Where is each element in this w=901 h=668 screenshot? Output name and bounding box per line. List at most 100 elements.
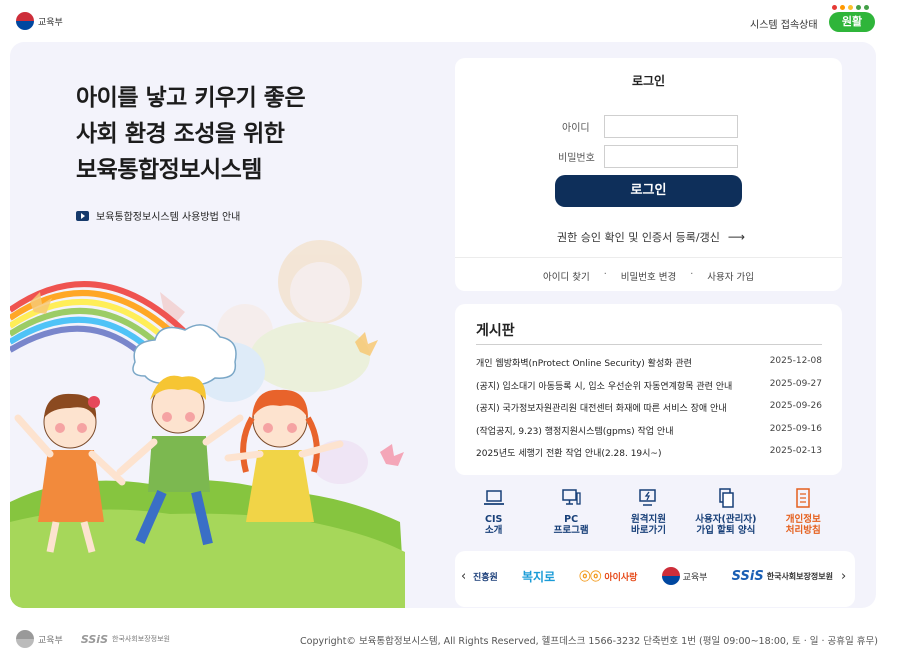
login-button[interactable]: 로그인 — [555, 175, 742, 207]
banner-next-button[interactable]: › — [841, 569, 846, 584]
find-id-link[interactable]: 아이디 찾기 — [543, 269, 590, 283]
partner-logo[interactable]: SSiS 한국사회보장정보원 — [732, 569, 833, 584]
status-dot-icon — [840, 5, 845, 10]
ssis-mark: SSiS — [80, 632, 108, 646]
post-list: 개인 웹방화벽(nProtect Online Security) 활성화 관련… — [476, 356, 822, 469]
video-play-icon — [76, 210, 89, 221]
ring-logo-icon: ⓞⓞ — [579, 570, 602, 583]
system-status-label: 시스템 접속상태 — [750, 20, 818, 31]
copyright: Copyright© 보육통합정보시스템, All Rights Reserve… — [300, 636, 878, 647]
status-dot-icon — [856, 5, 861, 10]
quick-privacy-policy[interactable]: 개인정보 처리방침 — [765, 484, 841, 542]
post-date: 2025-09-16 — [769, 423, 822, 434]
quick-cis-intro[interactable]: CIS 소개 — [456, 484, 532, 542]
quick-label: 처리방침 — [785, 525, 821, 536]
quick-label: 소개 — [484, 525, 503, 536]
quick-label: 프로그램 — [553, 525, 589, 536]
document-copy-icon — [719, 488, 734, 508]
quick-label: PC — [564, 514, 579, 525]
partner-logo-text: 진흥원 — [473, 572, 498, 583]
quick-pc-program[interactable]: PC 프로그램 — [533, 484, 609, 542]
id-input[interactable] — [604, 115, 738, 138]
partner-logo-text: 복지로 — [522, 569, 556, 584]
post-title[interactable]: 2025년도 세행기 전환 작업 안내(2.28. 19시~) — [476, 446, 662, 469]
divider — [455, 257, 842, 258]
post-date: 2025-02-13 — [769, 446, 822, 456]
laptop-icon — [483, 490, 504, 505]
taegeuk-icon — [661, 567, 680, 585]
quick-label: CIS — [485, 514, 503, 525]
partner-logo-text: 교육부 — [682, 572, 708, 583]
post-row[interactable]: (작업공지, 9.23) 행정지원시스템(gpms) 작업 안내 2025-09… — [476, 424, 822, 447]
quick-label: 개인정보 — [785, 514, 821, 525]
footer-ministry-logo: 교육부 — [16, 630, 63, 648]
password-input[interactable] — [604, 145, 738, 168]
post-row[interactable]: (공지) 국가정보자원관리원 대전센터 화재에 따른 서비스 장애 안내 202… — [476, 401, 822, 424]
privacy-doc-icon — [796, 488, 810, 508]
footer-logos: 교육부 SSiS 한국사회보장정보원 — [16, 630, 170, 648]
hero-headline: 아이를 낳고 키우기 좋은 사회 환경 조성을 위한 보육통합정보시스템 — [76, 80, 306, 188]
post-title[interactable]: (작업공지, 9.23) 행정지원시스템(gpms) 작업 안내 — [476, 424, 673, 447]
change-password-link[interactable]: 비밀번호 변경 — [621, 269, 676, 283]
certificate-link[interactable]: 권한 승인 확인 및 인증서 등록/갱신 ⟶ — [557, 229, 745, 245]
status-dot-icon — [848, 5, 853, 10]
quick-menu: CIS 소개 PC 프로그램 원격지원 바로가기 사용자(관리자) 가입 할퇴 … — [455, 484, 842, 542]
partner-logo-text: 아이사랑 — [604, 572, 638, 583]
partner-logo[interactable]: ⓞⓞ 아이사랑 — [579, 568, 637, 584]
arrow-right-icon: ⟶ — [727, 230, 746, 244]
partner-logo[interactable]: 복지로 — [522, 568, 555, 585]
post-date: 2025-09-27 — [769, 378, 822, 389]
divider — [476, 344, 822, 345]
login-title: 로그인 — [631, 74, 666, 88]
status-dot-icon — [864, 5, 869, 10]
footer-ministry-name: 교육부 — [38, 635, 63, 646]
certificate-link-label: 권한 승인 확인 및 인증서 등록/갱신 — [557, 231, 720, 244]
usage-guide-link[interactable]: 보육통합정보시스템 사용방법 안내 — [76, 208, 240, 223]
taegeuk-icon — [16, 12, 34, 30]
partner-banner: ‹ › 진흥원 복지로 ⓞⓞ 아이사랑 교육부 SSiS 한국사회보장정보원 — [455, 551, 855, 607]
sign-up-link[interactable]: 사용자 가입 — [707, 269, 754, 283]
banner-prev-button[interactable]: ‹ — [461, 569, 466, 584]
id-label: 아이디 — [562, 123, 590, 134]
post-title[interactable]: (공지) 입소대기 아동등록 시, 입소 우선순위 자동연계항목 관련 안내 — [476, 379, 732, 402]
footer-ssis-org: 한국사회보장정보원 — [112, 635, 170, 643]
post-date: 2025-09-26 — [769, 401, 822, 411]
quick-user-signup-form[interactable]: 사용자(관리자) 가입 할퇴 양식 — [688, 484, 764, 542]
quick-label: 가입 할퇴 양식 — [696, 525, 756, 536]
partner-logo[interactable]: 진흥원 — [473, 570, 498, 583]
quick-remote-support[interactable]: 원격지원 바로가기 — [610, 484, 686, 542]
post-row[interactable]: 개인 웹방화벽(nProtect Online Security) 활성화 관련… — [476, 356, 822, 379]
status-dot-icon — [832, 5, 837, 10]
usage-guide-label: 보육통합정보시스템 사용방법 안내 — [96, 212, 241, 223]
password-label: 비밀번호 — [558, 153, 595, 164]
post-row[interactable]: 2025년도 세행기 전환 작업 안내(2.28. 19시~) 2025-02-… — [476, 446, 822, 469]
link-separator: · — [603, 269, 607, 280]
post-title[interactable]: (공지) 국가정보자원관리원 대전센터 화재에 따른 서비스 장애 안내 — [476, 401, 727, 424]
main-panel: 아이를 낳고 키우기 좋은 사회 환경 조성을 위한 보육통합정보시스템 보육통… — [10, 42, 876, 608]
status-badge: 원활 — [829, 12, 875, 32]
pc-icon — [562, 489, 581, 505]
remote-support-icon — [639, 489, 657, 506]
headline-line: 아이를 낳고 키우기 좋은 — [76, 85, 306, 111]
partner-logo-text: 한국사회보장정보원 — [766, 571, 833, 581]
partner-logo-list: 진흥원 복지로 ⓞⓞ 아이사랑 교육부 SSiS 한국사회보장정보원 — [473, 567, 833, 585]
quick-label: 바로가기 — [630, 525, 666, 536]
headline-line: 사회 환경 조성을 위한 — [76, 121, 285, 147]
ministry-logo: 교육부 — [16, 12, 63, 30]
partner-logo[interactable]: 교육부 — [661, 567, 708, 585]
board-title: 게시판 — [476, 323, 515, 339]
post-title[interactable]: 개인 웹방화벽(nProtect Online Security) 활성화 관련 — [476, 356, 692, 379]
link-separator: · — [690, 269, 694, 280]
footer-ssis-logo: SSiS 한국사회보장정보원 — [81, 633, 170, 646]
account-links: 아이디 찾기 · 비밀번호 변경 · 사용자 가입 — [455, 269, 842, 283]
taegeuk-icon — [16, 630, 34, 648]
top-bar: 교육부 시스템 접속상태 원활 — [0, 0, 901, 42]
ministry-name: 교육부 — [38, 17, 63, 28]
post-row[interactable]: (공지) 입소대기 아동등록 시, 입소 우선순위 자동연계항목 관련 안내 2… — [476, 379, 822, 402]
ssis-mark: SSiS — [731, 568, 764, 584]
post-date: 2025-12-08 — [769, 356, 822, 366]
headline-line: 보육통합정보시스템 — [76, 157, 262, 183]
login-card: 로그인 아이디 비밀번호 로그인 권한 승인 확인 및 인증서 등록/갱신 ⟶ … — [455, 58, 842, 291]
notice-board: 게시판 개인 웹방화벽(nProtect Online Security) 활성… — [455, 304, 842, 475]
status-dots — [832, 5, 869, 10]
